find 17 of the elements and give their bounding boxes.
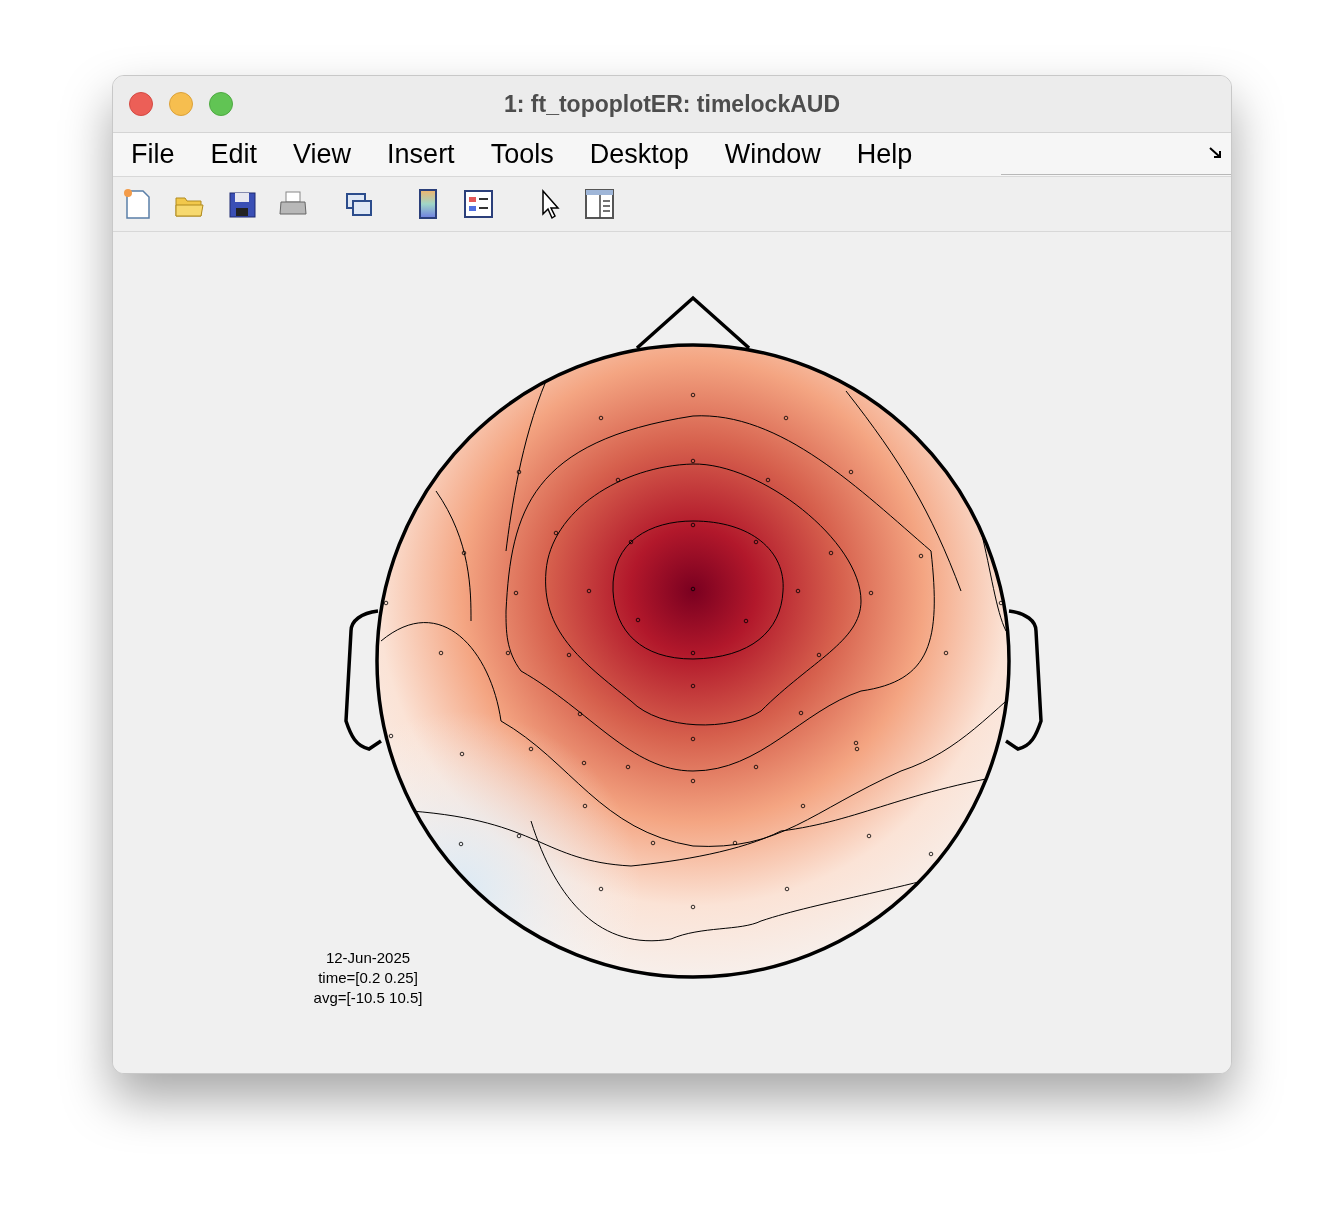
plot-annotation: time=[0.2 0.25] [318,968,418,988]
panel-icon[interactable] [584,188,614,220]
plot-annotation: 12-Jun-2025 [325,948,411,968]
close-button[interactable] [129,92,153,116]
legend-icon[interactable] [463,188,493,220]
plot-annotation: avg=[-10.5 10.5] [313,988,423,1008]
new-file-icon[interactable] [123,188,153,220]
menu-item[interactable]: Edit [210,141,258,168]
menu-item[interactable]: Tools [490,141,554,168]
menu-item[interactable]: Desktop [589,141,689,168]
menu-item[interactable]: Insert [387,141,455,168]
menu-item[interactable]: Help [856,141,913,168]
window-title: 1: ft_topoplotER: timelockAUD [502,89,842,119]
menu-item[interactable]: Window [724,141,821,168]
corner-arrow-icon[interactable] [1209,147,1223,159]
menu-item[interactable]: View [293,141,352,168]
menu-item[interactable]: File [131,141,175,168]
